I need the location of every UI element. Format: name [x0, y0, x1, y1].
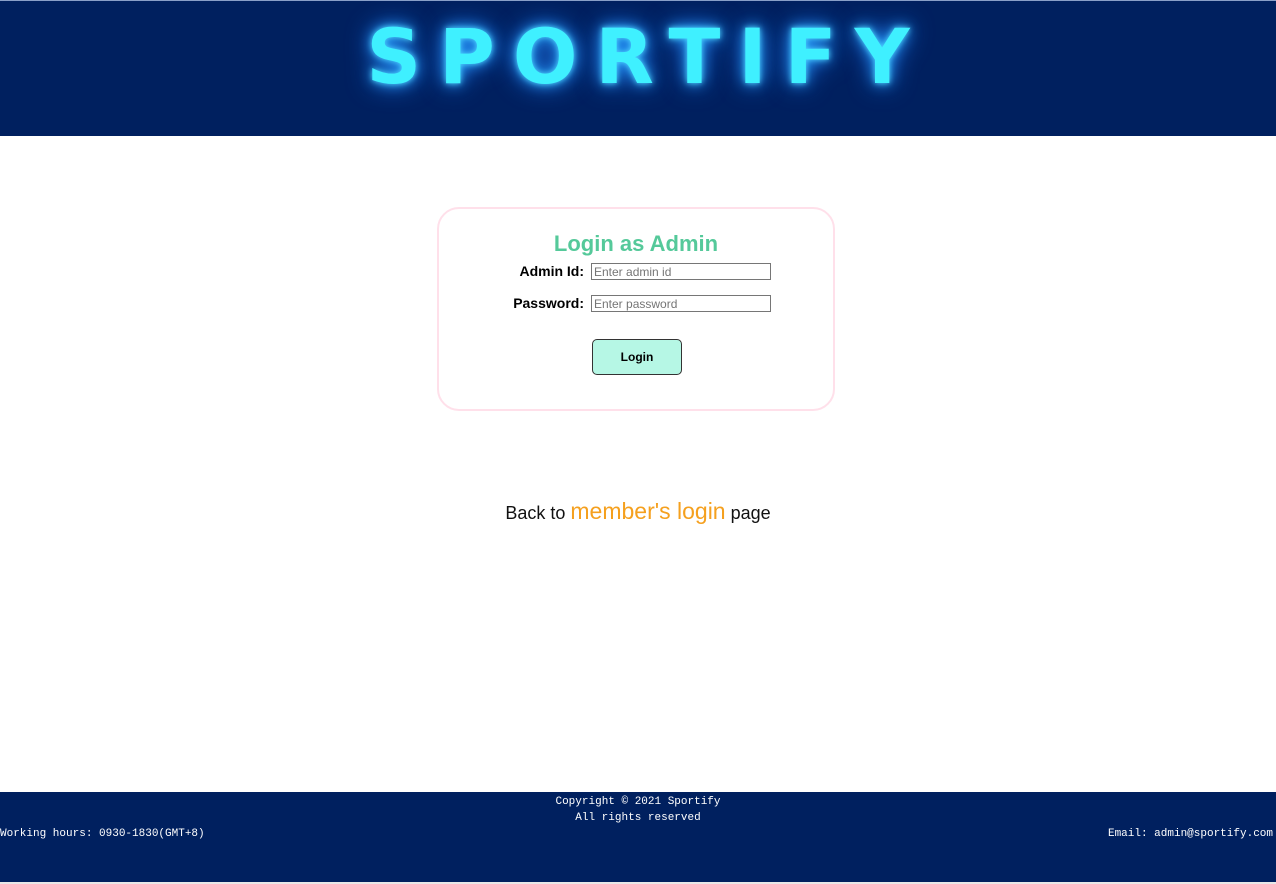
working-hours-text: Working hours: 0930-1830(GMT+8) — [0, 828, 205, 840]
admin-login-card: Login as Admin Admin Id: Password: Login — [437, 207, 835, 411]
back-suffix-text: page — [725, 503, 771, 523]
member-login-link[interactable]: member's login — [570, 498, 725, 524]
rights-text: All rights reserved — [575, 812, 701, 824]
admin-id-label: Admin Id: — [519, 263, 584, 279]
site-header: SPORTIFY — [0, 0, 1276, 136]
login-button[interactable]: Login — [592, 339, 682, 375]
site-footer: Copyright © 2021 Sportify All rights res… — [0, 792, 1276, 882]
password-label: Password: — [513, 295, 584, 311]
copyright-text: Copyright © 2021 Sportify — [555, 796, 721, 808]
sportify-logo: SPORTIFY — [366, 12, 928, 101]
admin-id-input[interactable] — [591, 263, 771, 280]
back-to-member-login: Back to member's login page — [0, 498, 1276, 525]
password-input[interactable] — [591, 295, 771, 312]
contact-email-text: Email: admin@sportify.com — [1107, 828, 1273, 840]
login-title: Login as Admin — [553, 231, 719, 256]
back-prefix-text: Back to — [505, 503, 571, 523]
footer-copyright-block: Copyright © 2021 Sportify All rights res… — [0, 794, 1276, 826]
